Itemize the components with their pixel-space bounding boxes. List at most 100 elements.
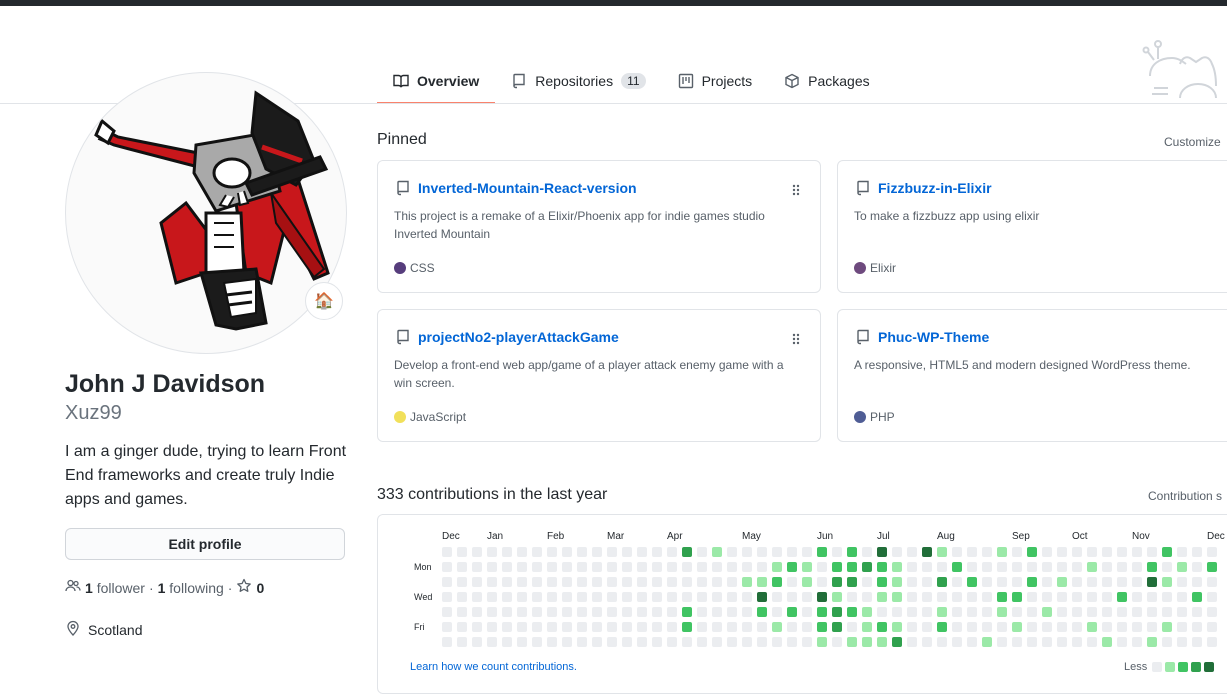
contribution-day-cell[interactable] — [982, 562, 992, 572]
contribution-day-cell[interactable] — [667, 547, 677, 557]
contribution-day-cell[interactable] — [652, 547, 662, 557]
contribution-day-cell[interactable] — [487, 547, 497, 557]
contribution-day-cell[interactable] — [697, 622, 707, 632]
contribution-day-cell[interactable] — [892, 637, 902, 647]
contribution-day-cell[interactable] — [1057, 622, 1067, 632]
contribution-day-cell[interactable] — [727, 637, 737, 647]
contribution-day-cell[interactable] — [637, 577, 647, 587]
contribution-day-cell[interactable] — [1162, 562, 1172, 572]
contribution-day-cell[interactable] — [712, 562, 722, 572]
contribution-day-cell[interactable] — [967, 607, 977, 617]
contribution-day-cell[interactable] — [727, 577, 737, 587]
contribution-day-cell[interactable] — [1027, 577, 1037, 587]
contribution-day-cell[interactable] — [1207, 637, 1217, 647]
contribution-day-cell[interactable] — [1102, 547, 1112, 557]
contribution-day-cell[interactable] — [1027, 607, 1037, 617]
contribution-day-cell[interactable] — [1042, 562, 1052, 572]
contribution-day-cell[interactable] — [1087, 547, 1097, 557]
contribution-day-cell[interactable] — [562, 592, 572, 602]
stars-link[interactable]: 0 — [236, 578, 264, 597]
contribution-day-cell[interactable] — [817, 622, 827, 632]
contribution-day-cell[interactable] — [682, 637, 692, 647]
contribution-day-cell[interactable] — [727, 607, 737, 617]
contribution-day-cell[interactable] — [607, 622, 617, 632]
contribution-day-cell[interactable] — [1042, 622, 1052, 632]
contribution-day-cell[interactable] — [532, 577, 542, 587]
contribution-day-cell[interactable] — [757, 637, 767, 647]
contribution-day-cell[interactable] — [877, 577, 887, 587]
contribution-day-cell[interactable] — [982, 577, 992, 587]
contribution-day-cell[interactable] — [1192, 637, 1202, 647]
contribution-day-cell[interactable] — [832, 622, 842, 632]
contribution-day-cell[interactable] — [907, 622, 917, 632]
contribution-day-cell[interactable] — [562, 562, 572, 572]
contribution-day-cell[interactable] — [952, 607, 962, 617]
contribution-day-cell[interactable] — [1027, 637, 1037, 647]
contribution-day-cell[interactable] — [1102, 562, 1112, 572]
contribution-day-cell[interactable] — [517, 622, 527, 632]
contribution-day-cell[interactable] — [1147, 592, 1157, 602]
contribution-day-cell[interactable] — [532, 607, 542, 617]
contribution-day-cell[interactable] — [682, 622, 692, 632]
contribution-day-cell[interactable] — [997, 562, 1007, 572]
contribution-day-cell[interactable] — [1192, 547, 1202, 557]
contribution-day-cell[interactable] — [532, 547, 542, 557]
contribution-day-cell[interactable] — [1132, 562, 1142, 572]
contribution-day-cell[interactable] — [847, 577, 857, 587]
avatar[interactable] — [65, 72, 347, 354]
contribution-day-cell[interactable] — [1087, 637, 1097, 647]
contribution-day-cell[interactable] — [922, 577, 932, 587]
contribution-day-cell[interactable] — [1147, 547, 1157, 557]
contribution-day-cell[interactable] — [952, 547, 962, 557]
contribution-day-cell[interactable] — [547, 637, 557, 647]
contribution-day-cell[interactable] — [877, 562, 887, 572]
contribution-day-cell[interactable] — [787, 562, 797, 572]
contribution-day-cell[interactable] — [877, 637, 887, 647]
contribution-day-cell[interactable] — [727, 547, 737, 557]
contribution-day-cell[interactable] — [1132, 622, 1142, 632]
contribution-day-cell[interactable] — [577, 592, 587, 602]
contribution-day-cell[interactable] — [937, 637, 947, 647]
contribution-day-cell[interactable] — [667, 592, 677, 602]
contribution-day-cell[interactable] — [757, 577, 767, 587]
contribution-day-cell[interactable] — [682, 562, 692, 572]
contribution-day-cell[interactable] — [982, 547, 992, 557]
contribution-day-cell[interactable] — [952, 637, 962, 647]
contribution-day-cell[interactable] — [1192, 622, 1202, 632]
contribution-day-cell[interactable] — [547, 547, 557, 557]
contribution-day-cell[interactable] — [487, 637, 497, 647]
contribution-day-cell[interactable] — [922, 607, 932, 617]
contribution-day-cell[interactable] — [1102, 592, 1112, 602]
contribution-day-cell[interactable] — [562, 622, 572, 632]
contribution-day-cell[interactable] — [742, 547, 752, 557]
contribution-day-cell[interactable] — [742, 637, 752, 647]
contribution-day-cell[interactable] — [967, 577, 977, 587]
contribution-day-cell[interactable] — [997, 577, 1007, 587]
contribution-day-cell[interactable] — [697, 637, 707, 647]
contribution-day-cell[interactable] — [1087, 562, 1097, 572]
contribution-day-cell[interactable] — [1147, 607, 1157, 617]
contribution-day-cell[interactable] — [697, 607, 707, 617]
contribution-day-cell[interactable] — [817, 592, 827, 602]
learn-contributions-link[interactable]: Learn how we count contributions. — [410, 661, 577, 673]
contribution-day-cell[interactable] — [562, 607, 572, 617]
contribution-day-cell[interactable] — [862, 547, 872, 557]
contribution-day-cell[interactable] — [472, 547, 482, 557]
contribution-day-cell[interactable] — [832, 577, 842, 587]
contribution-day-cell[interactable] — [952, 562, 962, 572]
contribution-day-cell[interactable] — [517, 592, 527, 602]
contribution-day-cell[interactable] — [652, 562, 662, 572]
contribution-day-cell[interactable] — [877, 592, 887, 602]
contribution-day-cell[interactable] — [787, 592, 797, 602]
contribution-day-cell[interactable] — [1072, 607, 1082, 617]
contribution-day-cell[interactable] — [952, 622, 962, 632]
contribution-day-cell[interactable] — [1132, 547, 1142, 557]
contribution-day-cell[interactable] — [817, 637, 827, 647]
contribution-day-cell[interactable] — [1162, 577, 1172, 587]
contribution-day-cell[interactable] — [892, 577, 902, 587]
contribution-day-cell[interactable] — [457, 622, 467, 632]
contribution-day-cell[interactable] — [517, 547, 527, 557]
contribution-day-cell[interactable] — [457, 637, 467, 647]
contribution-day-cell[interactable] — [637, 562, 647, 572]
contribution-day-cell[interactable] — [1042, 637, 1052, 647]
